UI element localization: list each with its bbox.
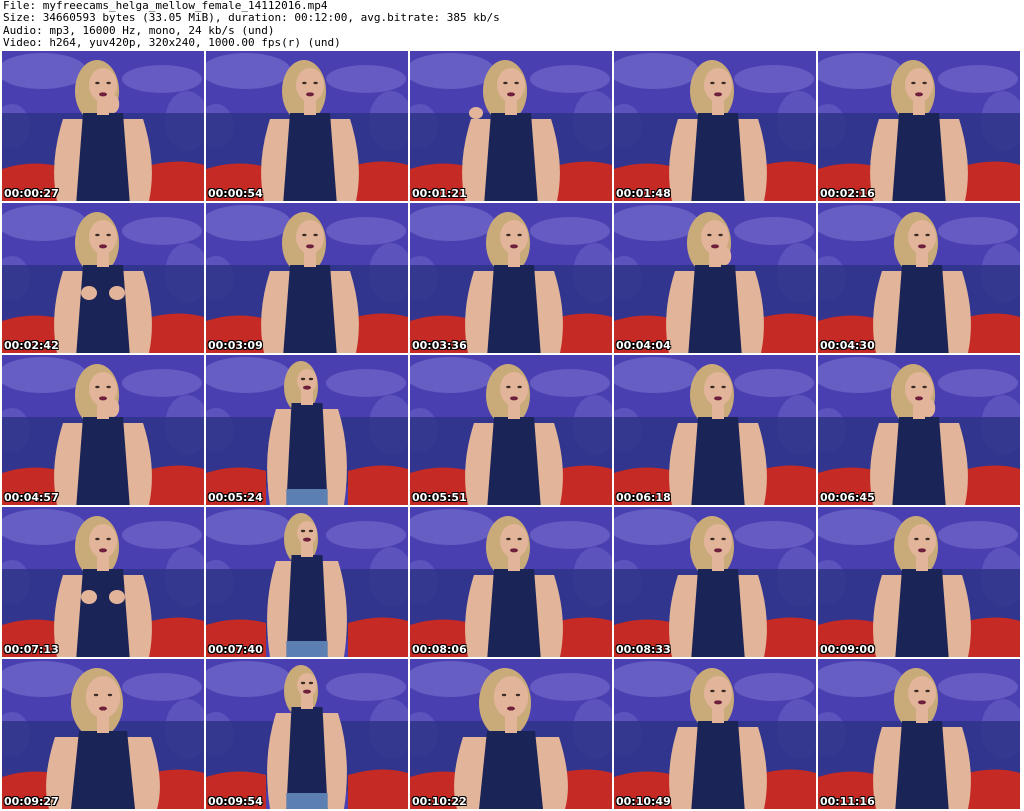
timestamp-label: 00:05:24 (208, 491, 263, 504)
thumbnail-frame (818, 51, 1020, 201)
video-thumbnail: 00:02:42 (2, 203, 204, 353)
thumbnail-frame (206, 355, 408, 505)
video-thumbnail: 00:00:54 (206, 51, 408, 201)
video-thumbnail: 00:09:00 (818, 507, 1020, 657)
timestamp-label: 00:03:36 (412, 339, 467, 352)
video-thumbnail: 00:08:06 (410, 507, 612, 657)
timestamp-label: 00:01:21 (412, 187, 467, 200)
timestamp-label: 00:05:51 (412, 491, 467, 504)
video-thumbnail: 00:09:27 (2, 659, 204, 809)
thumbnail-frame (2, 203, 204, 353)
timestamp-label: 00:03:09 (208, 339, 263, 352)
thumbnail-frame (2, 51, 204, 201)
thumbnail-frame (206, 203, 408, 353)
timestamp-label: 00:07:13 (4, 643, 59, 656)
thumbnail-frame (410, 507, 612, 657)
thumbnail-frame (410, 355, 612, 505)
thumbnail-frame (614, 507, 816, 657)
video-thumbnail: 00:08:33 (614, 507, 816, 657)
video-thumbnail: 00:10:49 (614, 659, 816, 809)
thumbnail-frame (614, 203, 816, 353)
thumbnail-frame (818, 659, 1020, 809)
thumbnail-grid: 00:00:27 00:00:54 00:01:21 00:01:48 00:02:16… (2, 51, 1022, 811)
thumbnail-frame (614, 659, 816, 809)
video-thumbnail: 00:00:27 (2, 51, 204, 201)
thumbnail-frame (206, 507, 408, 657)
thumbnail-frame (2, 659, 204, 809)
timestamp-label: 00:11:16 (820, 795, 875, 808)
timestamp-label: 00:10:22 (412, 795, 467, 808)
timestamp-label: 00:07:40 (208, 643, 263, 656)
timestamp-label: 00:06:45 (820, 491, 875, 504)
timestamp-label: 00:10:49 (616, 795, 671, 808)
video-thumbnail: 00:04:30 (818, 203, 1020, 353)
thumbnail-frame (410, 659, 612, 809)
thumbnail-frame (410, 203, 612, 353)
file-info-header: File: myfreecams_helga_mellow_female_141… (3, 0, 1021, 50)
file-size-line: Size: 34660593 bytes (33.05 MiB), durati… (3, 11, 500, 25)
thumbnail-frame (2, 355, 204, 505)
timestamp-label: 00:06:18 (616, 491, 671, 504)
timestamp-label: 00:00:54 (208, 187, 263, 200)
timestamp-label: 00:04:30 (820, 339, 875, 352)
video-info-line: Video: h264, yuv420p, 320x240, 1000.00 f… (3, 36, 341, 50)
video-thumbnail: 00:11:16 (818, 659, 1020, 809)
thumbnail-frame (818, 355, 1020, 505)
video-thumbnail: 00:07:13 (2, 507, 204, 657)
timestamp-label: 00:00:27 (4, 187, 59, 200)
video-thumbnail: 00:05:24 (206, 355, 408, 505)
video-thumbnail: 00:06:18 (614, 355, 816, 505)
thumbnail-frame (614, 355, 816, 505)
timestamp-label: 00:04:04 (616, 339, 671, 352)
thumbnail-frame (410, 51, 612, 201)
thumbnail-frame (206, 51, 408, 201)
timestamp-label: 00:01:48 (616, 187, 671, 200)
timestamp-label: 00:09:27 (4, 795, 59, 808)
thumbnail-frame (2, 507, 204, 657)
timestamp-label: 00:09:54 (208, 795, 263, 808)
video-thumbnail: 00:05:51 (410, 355, 612, 505)
timestamp-label: 00:04:57 (4, 491, 59, 504)
video-thumbnail: 00:06:45 (818, 355, 1020, 505)
video-thumbnail: 00:01:21 (410, 51, 612, 201)
thumbnail-frame (818, 203, 1020, 353)
timestamp-label: 00:02:42 (4, 339, 59, 352)
video-thumbnail: 00:04:57 (2, 355, 204, 505)
video-thumbnail: 00:04:04 (614, 203, 816, 353)
thumbnail-frame (614, 51, 816, 201)
timestamp-label: 00:09:00 (820, 643, 875, 656)
thumbnail-frame (206, 659, 408, 809)
timestamp-label: 00:08:33 (616, 643, 671, 656)
video-thumbnail: 00:07:40 (206, 507, 408, 657)
video-thumbnail: 00:10:22 (410, 659, 612, 809)
video-thumbnail: 00:03:09 (206, 203, 408, 353)
thumbnail-frame (818, 507, 1020, 657)
video-thumbnail: 00:02:16 (818, 51, 1020, 201)
timestamp-label: 00:02:16 (820, 187, 875, 200)
timestamp-label: 00:08:06 (412, 643, 467, 656)
video-thumbnail: 00:03:36 (410, 203, 612, 353)
video-thumbnail: 00:01:48 (614, 51, 816, 201)
video-thumbnail: 00:09:54 (206, 659, 408, 809)
